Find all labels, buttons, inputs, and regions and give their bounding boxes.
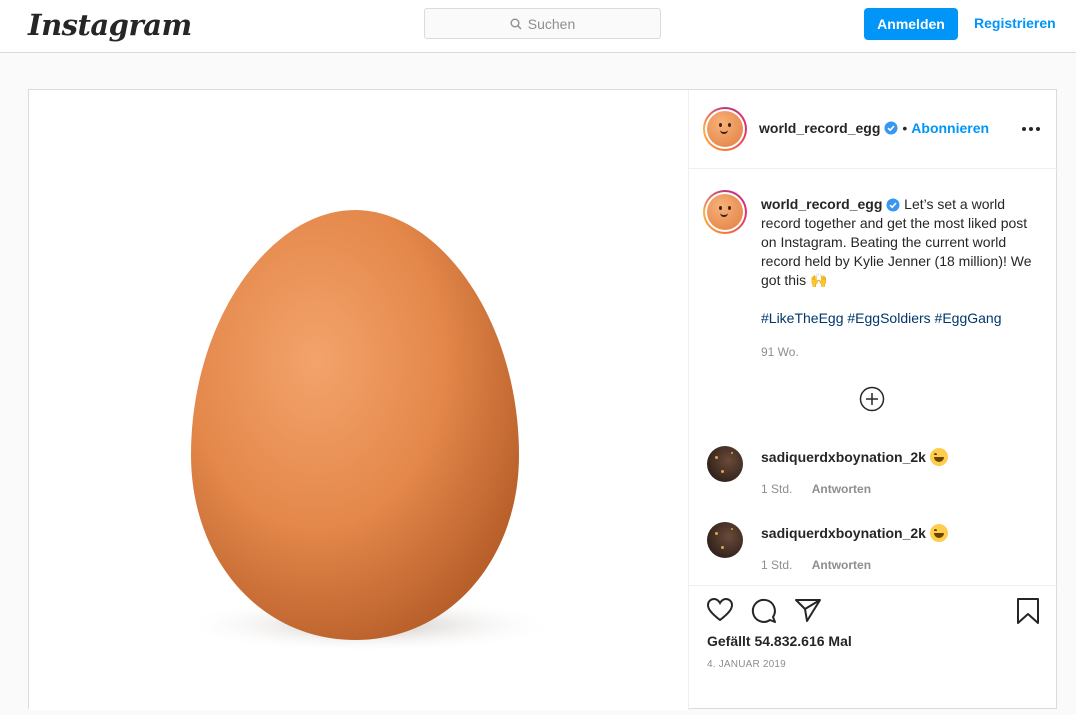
search-icon xyxy=(510,18,522,29)
search-placeholder: Suchen xyxy=(527,15,576,32)
register-link[interactable]: Registrieren xyxy=(974,15,1056,31)
search-input[interactable]: Suchen xyxy=(424,8,661,39)
post-age[interactable]: 91 Wo. xyxy=(761,345,799,359)
header-user: world_record_egg • Abonnieren xyxy=(759,120,989,136)
post-caption: world_record_egg Let’s set a world recor… xyxy=(761,195,1041,328)
comment-time[interactable]: 1 Std. xyxy=(761,558,792,572)
separator-dot: • xyxy=(902,120,908,136)
egg-image xyxy=(179,210,559,653)
comment-meta: 1 Std. Antworten xyxy=(761,558,871,572)
follow-button[interactable]: Abonnieren xyxy=(911,120,989,136)
laughing-emoji-icon xyxy=(929,524,948,542)
post-container: world_record_egg • Abonnieren world_reco… xyxy=(28,89,1058,710)
top-bar: Instagram Suchen Anmelden Registrieren xyxy=(0,0,1076,53)
likes-count[interactable]: Gefällt 54.832.616 Mal xyxy=(707,633,852,649)
author-username[interactable]: world_record_egg xyxy=(759,120,880,136)
caption-username[interactable]: world_record_egg xyxy=(761,196,882,212)
post-sidebar: world_record_egg • Abonnieren world_reco… xyxy=(688,90,1058,710)
comment-meta: 1 Std. Antworten xyxy=(761,482,871,496)
post-actions: Gefällt 54.832.616 Mal 4. JANUAR 2019 xyxy=(689,585,1058,715)
plus-circle-icon[interactable] xyxy=(859,386,885,412)
commenter-avatar[interactable] xyxy=(707,446,743,482)
instagram-logo[interactable]: Instagram xyxy=(28,8,192,42)
more-options-icon[interactable] xyxy=(1021,126,1041,132)
reply-button[interactable]: Antworten xyxy=(812,482,871,496)
post-image[interactable] xyxy=(29,90,688,710)
post-header: world_record_egg • Abonnieren xyxy=(689,90,1058,169)
post-date[interactable]: 4. JANUAR 2019 xyxy=(707,659,786,670)
share-icon[interactable] xyxy=(795,598,821,622)
bookmark-icon[interactable] xyxy=(1017,598,1039,624)
reply-button[interactable]: Antworten xyxy=(812,558,871,572)
author-avatar[interactable] xyxy=(703,107,747,151)
commenter-avatar[interactable] xyxy=(707,522,743,558)
verified-badge-icon xyxy=(884,121,898,135)
comment-username[interactable]: sadiquerdxboynation_2k xyxy=(761,525,926,541)
comment-line: sadiquerdxboynation_2k xyxy=(761,448,948,466)
comment-icon[interactable] xyxy=(751,598,777,624)
heart-icon[interactable] xyxy=(707,598,733,622)
login-button[interactable]: Anmelden xyxy=(864,8,958,40)
comment-time[interactable]: 1 Std. xyxy=(761,482,792,496)
caption-hashtags[interactable]: #LikeTheEgg #EggSoldiers #EggGang xyxy=(761,309,1041,328)
comment-username[interactable]: sadiquerdxboynation_2k xyxy=(761,449,926,465)
laughing-emoji-icon xyxy=(929,448,948,466)
verified-badge-icon xyxy=(886,198,900,212)
caption-avatar[interactable] xyxy=(703,190,747,234)
comment-line: sadiquerdxboynation_2k xyxy=(761,524,948,542)
